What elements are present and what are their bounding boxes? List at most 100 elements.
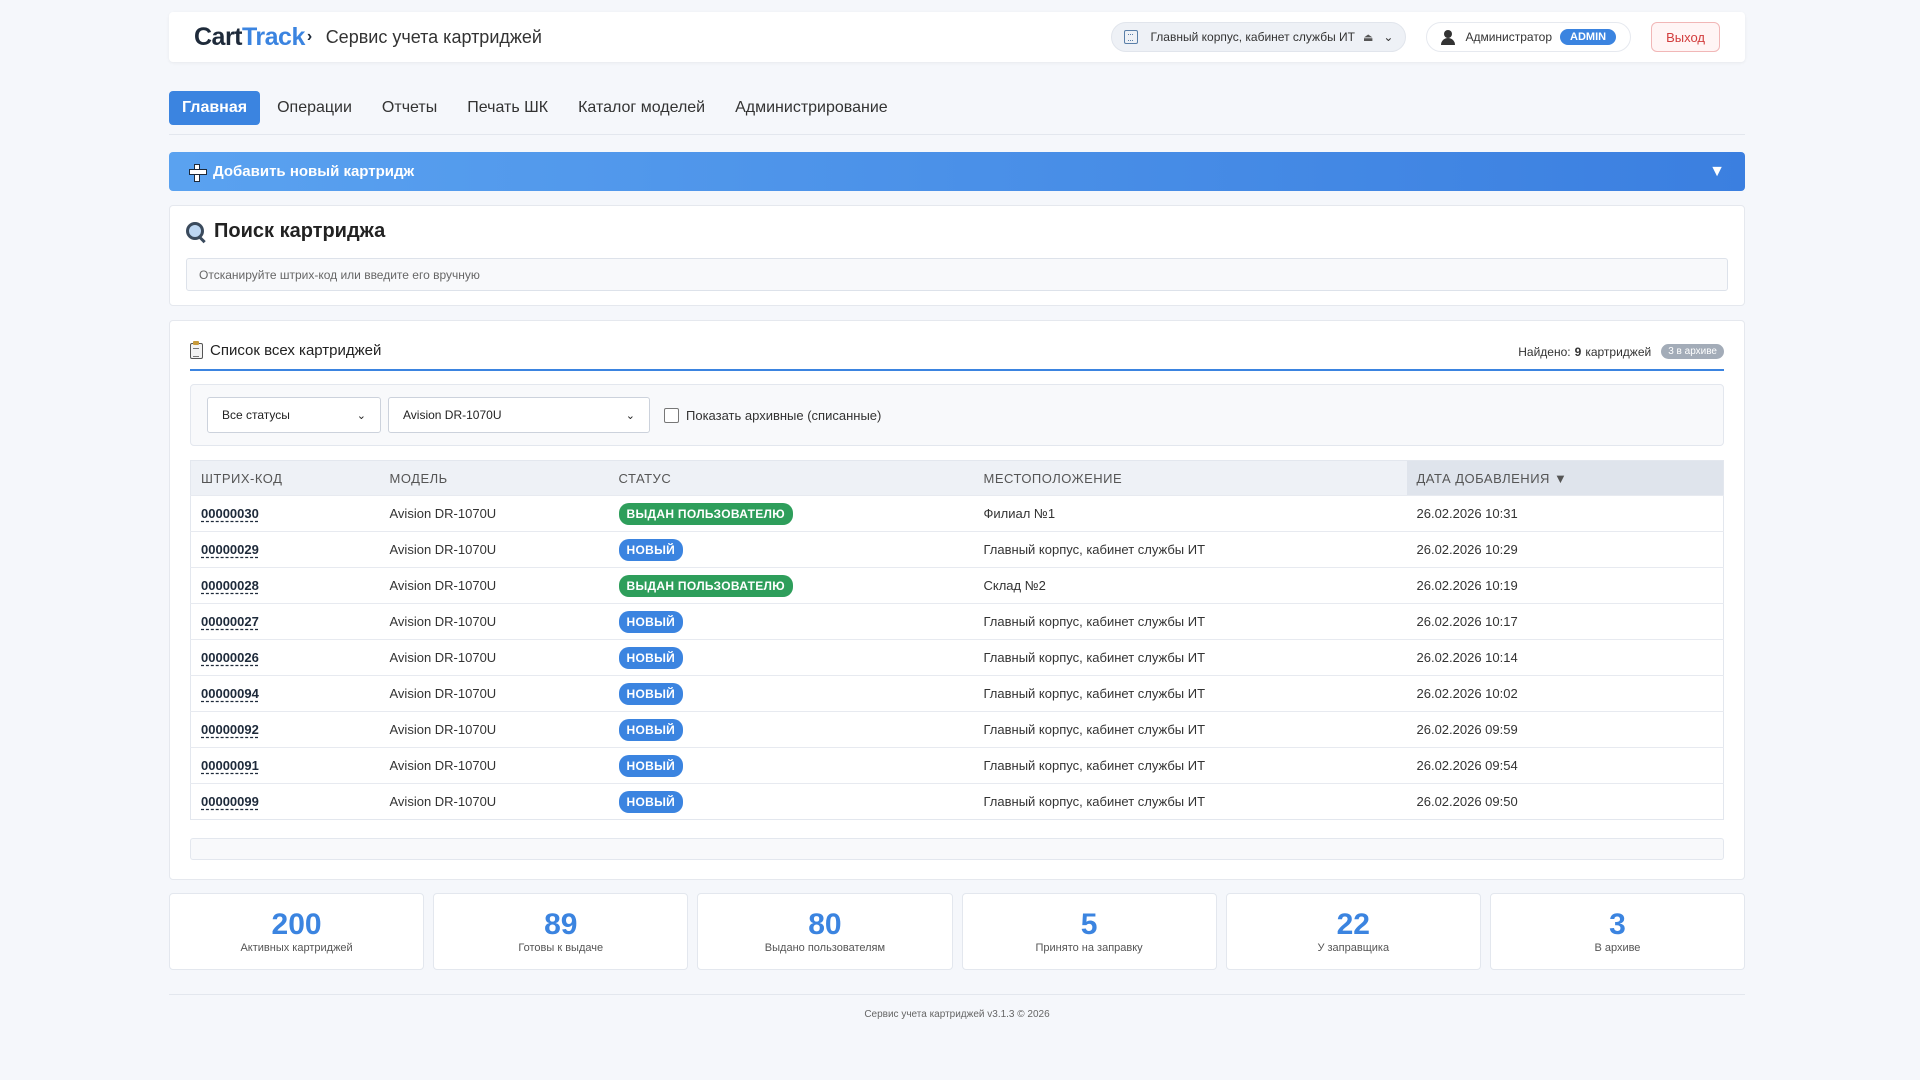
status-badge: НОВЫЙ	[618, 718, 684, 741]
location-cell: Склад №2	[973, 567, 1407, 604]
stats-bar: 200 Активных картриджей 89 Готовы к выдаче…	[169, 893, 1746, 970]
table-header-row: Штрих-код Модель Статус Местоположение Д…	[190, 460, 1724, 496]
model-cell: Avision DR-1070U	[379, 603, 609, 640]
location-cell: Главный корпус, кабинет службы ИТ	[973, 639, 1407, 676]
barcode-link[interactable]: 00000029	[190, 531, 380, 568]
app-subtitle: Сервис учета картриджей	[325, 26, 542, 47]
chevron-down-icon: ⌄	[1383, 30, 1394, 44]
col-barcode[interactable]: Штрих-код	[190, 460, 380, 496]
barcode-link[interactable]: 00000092	[190, 711, 380, 748]
status-badge: НОВЫЙ	[618, 610, 684, 633]
list-header: Список всех картриджей Найдено: 9 картри…	[190, 321, 1724, 371]
table-row[interactable]: 00000029 Avision DR-1070U НОВЫЙ Главный кор…	[190, 531, 1724, 568]
role-badge: ADMIN	[1560, 29, 1617, 45]
status-cell: ВЫДАН ПОЛЬЗОВАТЕЛЮ	[608, 495, 974, 532]
table-row[interactable]: 00000092 Avision DR-1070U НОВЫЙ Главный кор…	[190, 711, 1724, 748]
model-cell: Avision DR-1070U	[379, 783, 609, 820]
barcode-link[interactable]: 00000027	[190, 603, 380, 640]
stat-value: 200	[271, 907, 322, 941]
table-row[interactable]: 00000027 Avision DR-1070U НОВЫЙ Главный кор…	[190, 603, 1724, 640]
barcode-link[interactable]: 00000091	[190, 747, 380, 784]
date-cell: 26.02.2026 10:31	[1406, 495, 1724, 532]
footer: Сервис учета картриджей v3.1.3 © 2026	[169, 994, 1745, 1020]
show-archived-checkbox[interactable]: Показать архивные (списанные)	[664, 407, 882, 423]
stat-ready: 89 Готовы к выдаче	[433, 893, 689, 970]
checkbox-box[interactable]	[664, 407, 679, 423]
chevron-down-icon: ⌄	[625, 409, 635, 422]
date-cell: 26.02.2026 10:02	[1406, 675, 1724, 712]
search-title: Поиск картриджа	[186, 220, 1728, 243]
status-badge: НОВЫЙ	[618, 754, 684, 777]
stat-label: Принято на заправку	[1035, 942, 1143, 955]
table-row[interactable]: 00000099 Avision DR-1070U НОВЫЙ Главный кор…	[190, 783, 1724, 820]
stat-label: Готовы к выдаче	[518, 942, 604, 955]
barcode-link[interactable]: 00000099	[190, 783, 380, 820]
stat-refill-accepted: 5 Принято на заправку	[961, 893, 1217, 970]
user-box[interactable]: Администратор ADMIN	[1426, 22, 1632, 52]
search-icon	[186, 221, 206, 242]
add-cartridge-toggle[interactable]: Добавить новый картридж ▼	[169, 152, 1745, 191]
tab-administration[interactable]: Администрирование	[722, 91, 901, 125]
stat-value: 3	[1609, 907, 1626, 941]
table-row[interactable]: 00000026 Avision DR-1070U НОВЫЙ Главный кор…	[190, 639, 1724, 676]
location-cell: Главный корпус, кабинет службы ИТ	[973, 783, 1407, 820]
stat-label: Активных картриджей	[240, 942, 353, 955]
list-title-text: Список всех картриджей	[210, 342, 382, 359]
status-badge: НОВЫЙ	[618, 646, 684, 669]
status-badge: НОВЫЙ	[618, 790, 684, 813]
location-cell: Главный корпус, кабинет службы ИТ	[973, 675, 1407, 712]
date-cell: 26.02.2026 09:50	[1406, 783, 1724, 820]
location-cell: Главный корпус, кабинет службы ИТ	[973, 531, 1407, 568]
archive-count-badge: 3 в архиве	[1661, 344, 1724, 359]
pagination	[190, 838, 1724, 860]
tab-operations[interactable]: Операции	[264, 91, 365, 125]
cartridge-table: Штрих-код Модель Статус Местоположение Д…	[190, 460, 1724, 820]
status-filter-select[interactable]: Все статусы ⌄	[207, 397, 381, 433]
table-row[interactable]: 00000030 Avision DR-1070U ВЫДАН ПОЛЬЗОВАТЕ…	[190, 495, 1724, 532]
user-name: Администратор	[1465, 30, 1553, 44]
location-cell: Филиал №1	[973, 495, 1407, 532]
col-date-sorted[interactable]: Дата добавления ▼	[1406, 460, 1724, 496]
location-value: Главный корпус, кабинет службы ИТ	[1150, 30, 1355, 44]
main-nav: Главная Операции Отчеты Печать ШК Катало…	[169, 91, 1745, 135]
location-select[interactable]: Главный корпус, кабинет службы ИТ ⏏ ⌄	[1111, 22, 1407, 52]
barcode-link[interactable]: 00000030	[190, 495, 380, 532]
stat-label: У заправщика	[1317, 942, 1390, 955]
tab-print-barcodes[interactable]: Печать ШК	[454, 91, 561, 125]
barcode-link[interactable]: 00000026	[190, 639, 380, 676]
model-cell: Avision DR-1070U	[379, 495, 609, 532]
tab-home[interactable]: Главная	[169, 91, 261, 125]
clipboard-icon	[190, 340, 203, 359]
table-row[interactable]: 00000091 Avision DR-1070U НОВЫЙ Главный кор…	[190, 747, 1724, 784]
status-cell: НОВЫЙ	[608, 531, 974, 568]
table-row[interactable]: 00000028 Avision DR-1070U ВЫДАН ПОЛЬЗОВАТЕ…	[190, 567, 1724, 604]
table-row[interactable]: 00000094 Avision DR-1070U НОВЫЙ Главный кор…	[190, 675, 1724, 712]
status-badge: ВЫДАН ПОЛЬЗОВАТЕЛЮ	[618, 502, 793, 525]
col-model[interactable]: Модель	[379, 460, 609, 496]
found-summary: Найдено: 9 картриджей 3 в архиве	[1518, 344, 1724, 359]
stat-label: Выдано пользователям	[764, 942, 886, 955]
barcode-link[interactable]: 00000094	[190, 675, 380, 712]
found-suffix: картриджей	[1585, 344, 1652, 359]
barcode-link[interactable]: 00000028	[190, 567, 380, 604]
triangle-down-icon: ▼	[1709, 162, 1725, 180]
stat-at-refiller: 22 У заправщика	[1225, 893, 1481, 970]
status-cell: НОВЫЙ	[608, 783, 974, 820]
stat-issued: 80 Выдано пользователям	[697, 893, 953, 970]
barcode-search-input[interactable]	[186, 258, 1728, 291]
show-archived-label: Показать архивные (списанные)	[686, 407, 882, 423]
model-cell: Avision DR-1070U	[379, 747, 609, 784]
tab-model-catalog[interactable]: Каталог моделей	[565, 91, 718, 125]
tab-reports[interactable]: Отчеты	[369, 91, 450, 125]
model-cell: Avision DR-1070U	[379, 567, 609, 604]
col-status[interactable]: Статус	[608, 460, 974, 496]
plus-icon	[189, 163, 207, 182]
location-cell: Главный корпус, кабинет службы ИТ	[973, 747, 1407, 784]
logout-button[interactable]: Выход	[1651, 22, 1720, 52]
col-location[interactable]: Местоположение	[973, 460, 1407, 496]
status-cell: НОВЫЙ	[608, 675, 974, 712]
logo[interactable]: Cart Track ›	[194, 23, 312, 52]
model-cell: Avision DR-1070U	[379, 711, 609, 748]
model-filter-select[interactable]: Avision DR-1070U ⌄	[388, 397, 650, 433]
date-cell: 26.02.2026 09:59	[1406, 711, 1724, 748]
